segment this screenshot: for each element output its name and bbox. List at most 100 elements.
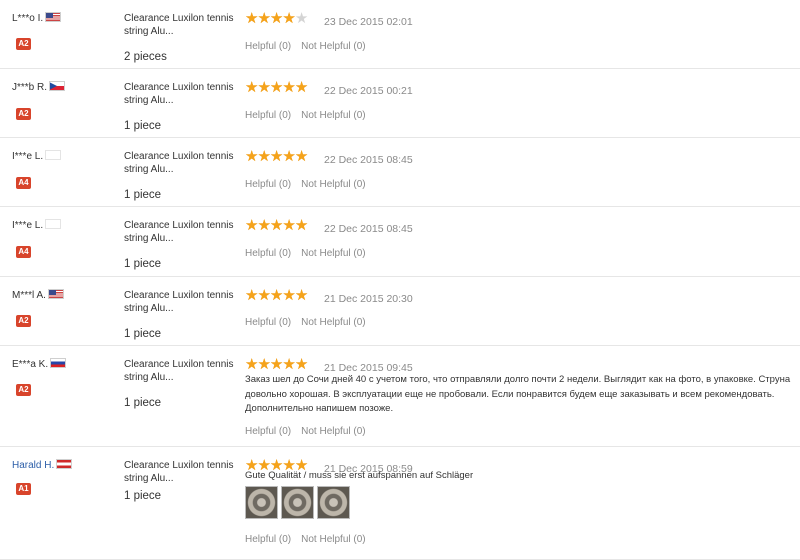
review-list: L***o I. A2 Clearance Luxilon tennis str… [0,0,800,560]
helpful-link[interactable]: Helpful (0) [245,426,291,437]
cz-flag-icon [49,81,66,91]
us-flag-icon [45,12,62,22]
star-filled-icon: ★ [294,287,309,304]
not-helpful-link[interactable]: Not Helpful (0) [301,426,365,437]
us-flag-icon [47,289,64,299]
quantity: 1 piece [124,490,162,502]
product-link[interactable]: Clearance Luxilon tennis string Alu... [124,12,234,38]
star-rating: ★★★★★ [245,79,309,97]
star-filled-icon: ★ [245,79,259,96]
helpful-link[interactable]: Helpful (0) [245,110,291,121]
reviewer-name[interactable]: Harald H. [12,460,54,471]
star-filled-icon: ★ [257,356,271,373]
helpful-link[interactable]: Helpful (0) [245,41,291,52]
review-row: Harald H. A1 Clearance Luxilon tennis st… [0,447,800,560]
star-filled-icon: ★ [282,79,296,96]
star-filled-icon: ★ [245,148,259,165]
reviewer: Harald H. [12,459,73,471]
reviewer-name: M***l A. [12,290,46,301]
product-link[interactable]: Clearance Luxilon tennis string Alu... [124,150,234,176]
product-link[interactable]: Clearance Luxilon tennis string Alu... [124,289,234,315]
reviewer: M***l A. [12,289,64,301]
star-filled-icon: ★ [294,79,309,96]
product-link[interactable]: Clearance Luxilon tennis string Alu... [124,459,234,485]
quantity: 1 piece [124,189,162,201]
review-photos [245,486,350,519]
reviewer-name: I***e L. [12,151,44,162]
product-link[interactable]: Clearance Luxilon tennis string Alu... [124,81,234,107]
review-row: L***o I. A2 Clearance Luxilon tennis str… [0,0,800,69]
buyer-level-badge: A2 [16,384,31,396]
review-date: 22 Dec 2015 00:21 [324,85,413,97]
reviewer: I***e L. [12,219,62,231]
feedback-links: Helpful (0) Not Helpful (0) [245,317,376,328]
quantity: 1 piece [124,397,162,409]
not-helpful-link[interactable]: Not Helpful (0) [301,317,365,328]
buyer-level-badge: A1 [16,483,31,495]
review-row: I***e L. A4 Clearance Luxilon tennis str… [0,138,800,207]
star-rating: ★★★★★ [245,217,309,235]
not-helpful-link[interactable]: Not Helpful (0) [301,41,365,52]
product-link[interactable]: Clearance Luxilon tennis string Alu... [124,219,234,245]
reviewer: J***b R. [12,81,66,93]
reviewer-name: J***b R. [12,82,48,93]
buyer-level-badge: A2 [16,38,31,50]
feedback-links: Helpful (0) Not Helpful (0) [245,179,376,190]
review-photo-thumbnail[interactable] [245,486,278,519]
review-photo-thumbnail[interactable] [281,486,314,519]
review-photo-thumbnail[interactable] [317,486,350,519]
star-filled-icon: ★ [269,148,284,165]
star-filled-icon: ★ [257,287,271,304]
quantity: 1 piece [124,328,162,340]
star-empty-icon: ★ [294,10,309,27]
star-filled-icon: ★ [245,287,259,304]
star-filled-icon: ★ [269,287,284,304]
feedback-links: Helpful (0) Not Helpful (0) [245,248,376,259]
star-filled-icon: ★ [282,217,296,234]
reviewer: L***o I. [12,12,62,24]
review-row: M***l A. A2 Clearance Luxilon tennis str… [0,277,800,346]
product-link[interactable]: Clearance Luxilon tennis string Alu... [124,358,234,384]
star-filled-icon: ★ [282,148,296,165]
review-date: 22 Dec 2015 08:45 [324,223,413,235]
helpful-link[interactable]: Helpful (0) [245,534,291,545]
review-comment: Заказ шел до Сочи дней 40 с учетом того,… [245,374,791,414]
reviewer-name: I***e L. [12,220,44,231]
reviewer: I***e L. [12,150,62,162]
buyer-level-badge: A4 [16,246,31,258]
review-row: E***a K. A2 Clearance Luxilon tennis str… [0,346,800,447]
reviewer-name: E***a K. [12,359,49,370]
quantity: 2 pieces [124,51,167,63]
star-rating: ★★★★★ [245,10,309,28]
review-comment: Gute Qualität / muss sie erst aufspannen… [245,470,474,481]
star-rating: ★★★★★ [245,356,309,374]
helpful-link[interactable]: Helpful (0) [245,317,291,328]
review-row: J***b R. A2 Clearance Luxilon tennis str… [0,69,800,138]
review-row: I***e L. A4 Clearance Luxilon tennis str… [0,207,800,277]
flag-icon [45,219,62,229]
flag-icon [45,150,62,160]
star-filled-icon: ★ [269,10,284,27]
helpful-link[interactable]: Helpful (0) [245,248,291,259]
not-helpful-link[interactable]: Not Helpful (0) [301,534,365,545]
reviewer-name: L***o I. [12,13,44,24]
star-filled-icon: ★ [294,356,309,373]
star-rating: ★★★★★ [245,148,308,166]
reviewer: E***a K. [12,358,67,370]
feedback-links: Helpful (0) Not Helpful (0) [245,534,376,545]
not-helpful-link[interactable]: Not Helpful (0) [301,179,365,190]
helpful-link[interactable]: Helpful (0) [245,179,291,190]
not-helpful-link[interactable]: Not Helpful (0) [301,110,365,121]
review-date: 21 Dec 2015 20:30 [324,293,413,305]
feedback-links: Helpful (0) Not Helpful (0) [245,426,376,437]
star-filled-icon: ★ [257,217,271,234]
star-filled-icon: ★ [245,10,259,27]
ru-flag-icon [50,358,67,368]
quantity: 1 piece [124,258,162,270]
star-filled-icon: ★ [245,356,259,373]
star-filled-icon: ★ [269,356,284,373]
star-filled-icon: ★ [294,217,309,234]
star-filled-icon: ★ [282,287,296,304]
review-date: 23 Dec 2015 02:01 [324,16,413,28]
not-helpful-link[interactable]: Not Helpful (0) [301,248,365,259]
